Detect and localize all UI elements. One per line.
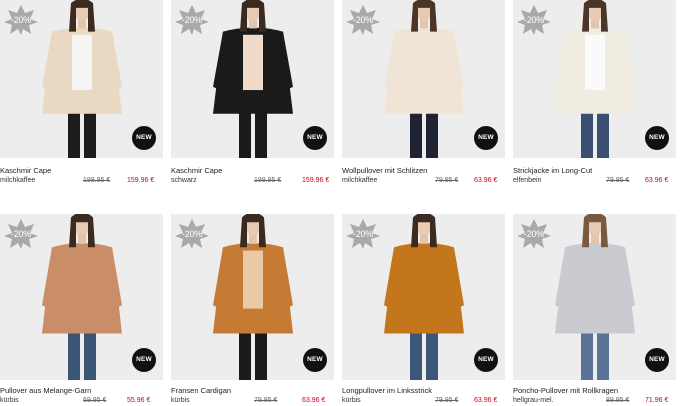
discount-label: -20% xyxy=(181,15,203,25)
original-price: 79.95 € xyxy=(606,177,630,184)
product-name[interactable]: Kaschmir Cape xyxy=(171,166,222,175)
product-name[interactable]: Kaschmir Cape xyxy=(0,166,51,175)
sale-price: 159.96 € xyxy=(302,177,330,184)
product-color: milchkaffee xyxy=(0,177,36,184)
product-card[interactable]: -20% NEW Poncho-Pullover mit Rollkragen hel… xyxy=(513,214,676,406)
product-color: elfenbein xyxy=(513,177,542,184)
discount-label: -20% xyxy=(352,15,374,25)
product-card[interactable]: -20% NEW Kaschmir Cape milchkaffee 199.95 € 1… xyxy=(0,0,163,190)
product-card[interactable]: -20% NEW Wollpullover mit Schlitzen milchka… xyxy=(342,0,505,190)
product-name[interactable]: Longpullover im Linksstrick xyxy=(342,386,432,395)
original-price: 79.95 € xyxy=(435,177,459,184)
new-badge: NEW xyxy=(474,126,498,150)
discount-label: -20% xyxy=(523,15,545,25)
discount-label: -20% xyxy=(10,229,32,239)
discount-badge: -20% xyxy=(517,5,551,35)
discount-badge: -20% xyxy=(4,219,38,249)
product-card[interactable]: -20% NEW Strickjacke im Long-Cut elfenbein 7… xyxy=(513,0,676,190)
product-image[interactable]: -20% NEW xyxy=(342,214,505,380)
new-badge: NEW xyxy=(132,348,156,372)
new-badge: NEW xyxy=(645,126,669,150)
product-name[interactable]: Wollpullover mit Schlitzen xyxy=(342,166,427,175)
original-price: 89.95 € xyxy=(606,397,630,404)
original-price: 199.95 € xyxy=(254,177,282,184)
original-price: 69.95 € xyxy=(83,397,107,404)
product-image[interactable]: -20% NEW xyxy=(0,0,163,158)
discount-badge: -20% xyxy=(4,5,38,35)
sale-price: 63.96 € xyxy=(474,177,498,184)
product-color: kürbis xyxy=(171,397,190,404)
product-card[interactable]: -20% NEW Fransen Cardigan kürbis 79.95 € 63.9… xyxy=(171,214,334,406)
sale-price: 63.96 € xyxy=(302,397,326,404)
product-image[interactable]: -20% NEW xyxy=(513,0,676,158)
new-badge: NEW xyxy=(132,126,156,150)
discount-badge: -20% xyxy=(346,5,380,35)
sale-price: 159.96 € xyxy=(127,177,155,184)
original-price: 199.95 € xyxy=(83,177,111,184)
product-card[interactable]: -20% NEW Longpullover im Linksstrick kürbis… xyxy=(342,214,505,406)
product-name[interactable]: Strickjacke im Long-Cut xyxy=(513,166,592,175)
sale-price: 71.96 € xyxy=(645,397,669,404)
product-color: hellgrau-mel. xyxy=(513,397,554,404)
new-badge: NEW xyxy=(303,348,327,372)
discount-label: -20% xyxy=(10,15,32,25)
sale-price: 55.96 € xyxy=(127,397,151,404)
original-price: 79.95 € xyxy=(254,397,278,404)
original-price: 79.95 € xyxy=(435,397,459,404)
product-image[interactable]: -20% NEW xyxy=(0,214,163,380)
discount-label: -20% xyxy=(181,229,203,239)
product-image[interactable]: -20% NEW xyxy=(342,0,505,158)
discount-badge: -20% xyxy=(517,219,551,249)
discount-label: -20% xyxy=(523,229,545,239)
product-color: kürbis xyxy=(0,397,19,404)
new-badge: NEW xyxy=(645,348,669,372)
product-image[interactable]: -20% NEW xyxy=(171,214,334,380)
new-badge: NEW xyxy=(303,126,327,150)
sale-price: 63.96 € xyxy=(645,177,669,184)
discount-badge: -20% xyxy=(175,5,209,35)
product-card[interactable]: -20% NEW Kaschmir Cape schwarz 199.95 € 159.9… xyxy=(171,0,334,190)
product-image[interactable]: -20% NEW xyxy=(171,0,334,158)
product-image[interactable]: -20% NEW xyxy=(513,214,676,380)
product-color: schwarz xyxy=(171,177,197,184)
product-color: milchkaffee xyxy=(342,177,378,184)
discount-label: -20% xyxy=(352,229,374,239)
product-name[interactable]: Pullover aus Melange-Garn xyxy=(0,386,91,395)
product-name[interactable]: Poncho-Pullover mit Rollkragen xyxy=(513,386,618,395)
discount-badge: -20% xyxy=(346,219,380,249)
product-card[interactable]: -20% NEW Pullover aus Melange-Garn kürbis 69… xyxy=(0,214,163,406)
product-name[interactable]: Fransen Cardigan xyxy=(171,386,231,395)
discount-badge: -20% xyxy=(175,219,209,249)
sale-price: 63.96 € xyxy=(474,397,498,404)
product-grid: -20% NEW Kaschmir Cape milchkaffee 199.95 € 1… xyxy=(0,0,680,406)
product-color: kürbis xyxy=(342,397,361,404)
new-badge: NEW xyxy=(474,348,498,372)
